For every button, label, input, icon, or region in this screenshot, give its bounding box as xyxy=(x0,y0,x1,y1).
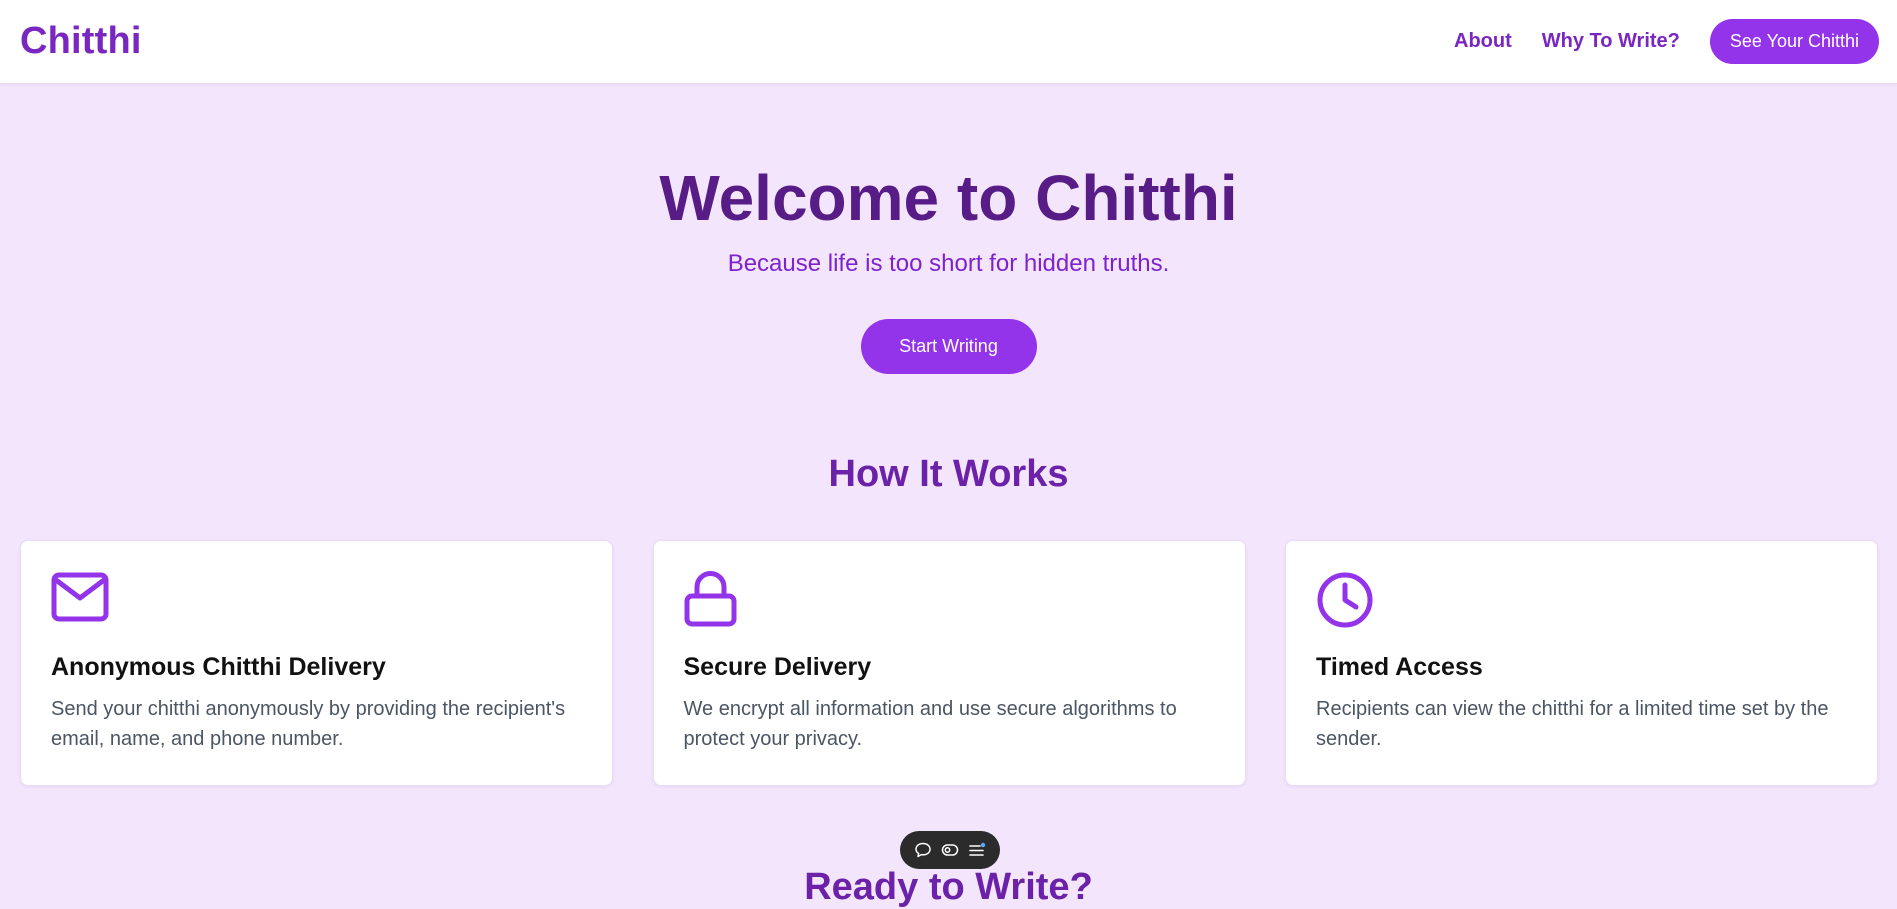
comment-icon[interactable] xyxy=(912,839,934,861)
clock-icon xyxy=(1316,571,1373,628)
card-description: Recipients can view the chitthi for a li… xyxy=(1316,698,1829,750)
menu-icon[interactable] xyxy=(966,839,988,861)
ready-to-write-title: Ready to Write? xyxy=(804,866,1093,908)
envelope-icon xyxy=(51,571,109,623)
card-title: Anonymous Chitthi Delivery xyxy=(51,653,386,681)
card-description: We encrypt all information and use secur… xyxy=(683,698,1177,750)
toggle-icon[interactable] xyxy=(939,839,961,861)
brand-logo-text[interactable]: Chitthi xyxy=(20,20,142,63)
nav-links: About Why To Write? See Your Chitthi xyxy=(1454,19,1879,64)
hero-subtitle: Because life is too short for hidden tru… xyxy=(727,250,1170,277)
lock-icon xyxy=(684,571,740,627)
feature-card-anonymous-delivery: Anonymous Chitthi Delivery Send your chi… xyxy=(20,540,613,786)
how-it-works-title: How It Works xyxy=(828,453,1069,495)
top-navbar: Chitthi About Why To Write? See Your Chi… xyxy=(0,0,1897,84)
feature-cards: Anonymous Chitthi Delivery Send your chi… xyxy=(20,540,1878,786)
floating-toolbar xyxy=(900,831,1000,869)
nav-link-about[interactable]: About xyxy=(1454,30,1512,53)
card-description: Send your chitthi anonymously by providi… xyxy=(51,698,566,750)
hero-title: Welcome to Chitthi xyxy=(659,162,1238,234)
nav-link-why-to-write[interactable]: Why To Write? xyxy=(1542,30,1680,53)
start-writing-button[interactable]: Start Writing xyxy=(860,319,1037,374)
card-title: Timed Access xyxy=(1316,653,1483,681)
feature-card-secure-delivery: Secure Delivery We encrypt all informati… xyxy=(652,540,1246,786)
see-your-chitthi-button[interactable]: See Your Chitthi xyxy=(1709,19,1879,64)
card-title: Secure Delivery xyxy=(683,653,872,681)
hero-section: Welcome to Chitthi Because life is too s… xyxy=(0,84,1897,374)
feature-card-timed-access: Timed Access Recipients can view the chi… xyxy=(1285,540,1878,786)
